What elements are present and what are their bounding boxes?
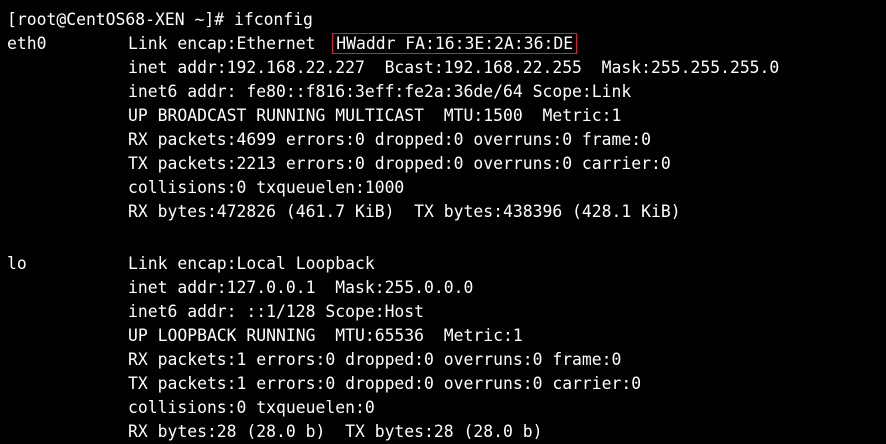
lo-link-encap-line: Link encap:Local Loopback <box>128 254 375 273</box>
eth0-link-encap: Link encap:Ethernet <box>128 34 336 53</box>
terminal-window[interactable]: [root@CentOS68-XEN ~]# ifconfig eth0 Lin… <box>0 0 886 444</box>
eth0-tx-packets-line: TX packets:2213 errors:0 dropped:0 overr… <box>128 154 671 173</box>
eth0-link-encap-line: Link encap:Ethernet HWaddr FA:16:3E:2A:3… <box>128 32 578 56</box>
eth0-rx-packets-line: RX packets:4699 errors:0 dropped:0 overr… <box>128 130 652 149</box>
interface-name-eth0: eth0 <box>7 34 47 53</box>
command-prompt-line: [root@CentOS68-XEN ~]# ifconfig <box>7 10 313 29</box>
lo-inet-line: inet addr:127.0.0.1 Mask:255.0.0.0 <box>128 278 474 297</box>
lo-bytes-line: RX bytes:28 (28.0 b) TX bytes:28 (28.0 b… <box>128 422 543 441</box>
lo-rx-packets-line: RX packets:1 errors:0 dropped:0 overruns… <box>128 350 622 369</box>
eth0-collisions-line: collisions:0 txqueuelen:1000 <box>128 178 405 197</box>
eth0-bytes-line: RX bytes:472826 (461.7 KiB) TX bytes:438… <box>128 202 681 221</box>
eth0-inet6-line: inet6 addr: fe80::f816:3eff:fe2a:36de/64… <box>128 82 632 101</box>
eth0-flags-line: UP BROADCAST RUNNING MULTICAST MTU:1500 … <box>128 106 622 125</box>
lo-collisions-line: collisions:0 txqueuelen:0 <box>128 398 375 417</box>
lo-flags-line: UP LOOPBACK RUNNING MTU:65536 Metric:1 <box>128 326 523 345</box>
eth0-inet-line: inet addr:192.168.22.227 Bcast:192.168.2… <box>128 58 780 77</box>
lo-tx-packets-line: TX packets:1 errors:0 dropped:0 overruns… <box>128 374 642 393</box>
interface-name-lo: lo <box>7 254 27 273</box>
eth0-hwaddr-highlight: HWaddr FA:16:3E:2A:36:DE <box>332 33 578 54</box>
lo-inet6-line: inet6 addr: ::1/128 Scope:Host <box>128 302 425 321</box>
